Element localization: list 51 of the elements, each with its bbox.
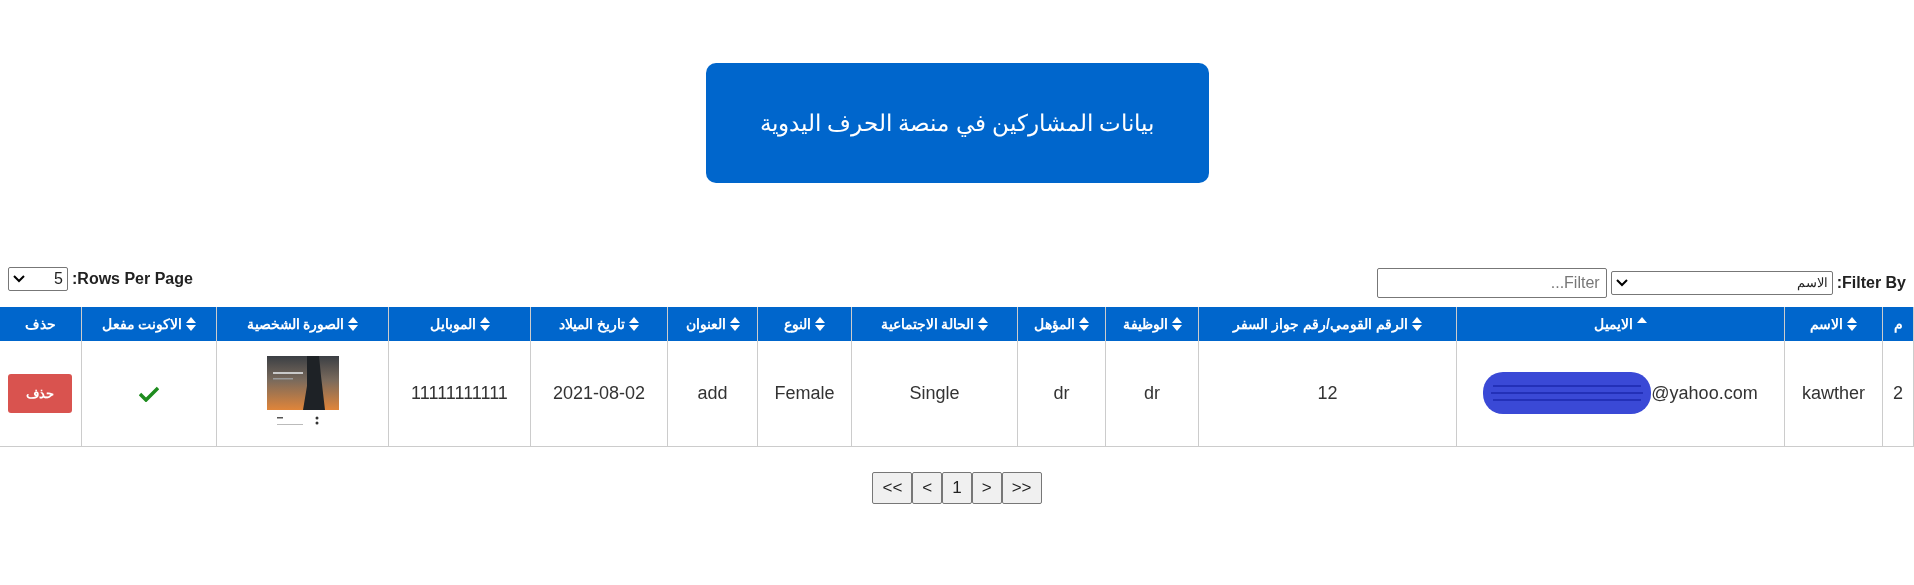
sort-icon[interactable] [1079,317,1089,331]
cell-text: add [697,382,728,403]
column-header[interactable]: الصورة الشخصية [216,307,389,341]
column-header[interactable]: الايميل [1456,307,1785,341]
pagination-button[interactable]: < [912,471,943,504]
delete-button[interactable]: حذف [8,373,72,413]
column-header[interactable]: الحالة الاجتماعية [851,307,1018,341]
column-header[interactable]: الوظيفة [1105,307,1199,341]
cell-text: 12 [1317,382,1338,403]
column-header[interactable]: العنوان [667,307,758,341]
pagination-button[interactable]: >> [1001,471,1042,504]
filter-field[interactable]: Filter... [1376,268,1607,298]
title-banner: بيانات المشاركين في منصة الحرف اليدوية [705,63,1209,183]
column-header[interactable]: م [1882,307,1914,341]
sort-icon[interactable] [815,317,825,331]
cell-text: dr [1144,382,1160,403]
sort-icon[interactable] [1411,317,1422,331]
column-header[interactable]: النوع [757,307,852,341]
email-text: @yahoo.com [1651,381,1758,405]
sort-icon[interactable] [978,317,989,331]
chevron-down-icon [1615,279,1628,287]
column-header[interactable]: الاكونت مفعل [81,307,217,341]
cell-text: Female [774,382,835,403]
filter-label: Filter By: [1836,273,1906,293]
rows-per-page-select[interactable]: 5 [8,267,68,291]
cell-text: Single [909,382,960,403]
cell-text: kawther [1802,382,1865,403]
sort-icon[interactable] [479,317,490,331]
chevron-down-icon [13,275,25,283]
cell-text: 2 [1893,382,1903,403]
sort-icon[interactable] [186,317,197,331]
sort-icon[interactable] [729,317,740,331]
cell-text: 11111111111 [411,382,508,403]
cell-text: 2021-08-02 [552,382,646,403]
sort-icon[interactable] [1847,317,1857,331]
sort-icon[interactable] [1171,317,1182,331]
column-header[interactable]: حذف [0,307,82,341]
column-header[interactable]: الاسم [1784,307,1883,341]
filter-column-select[interactable]: الاسم [1610,271,1833,295]
sort-ascending-icon[interactable] [1637,317,1647,323]
cell-text: dr [1053,382,1070,403]
sort-icon[interactable] [628,317,639,331]
pagination-button[interactable]: 1 [942,471,972,504]
column-header[interactable]: المؤهل [1017,307,1106,341]
sort-icon[interactable] [348,317,359,331]
column-header[interactable]: الموبايل [388,307,531,341]
rows-per-page-label: Rows Per Page: [72,269,193,289]
pagination-button[interactable]: << [872,471,913,504]
pagination-button[interactable]: > [971,471,1002,504]
column-header[interactable]: تاريخ الميلاد [530,307,668,341]
column-header[interactable]: الرقم القومي/رقم جواز السفر [1198,307,1457,341]
